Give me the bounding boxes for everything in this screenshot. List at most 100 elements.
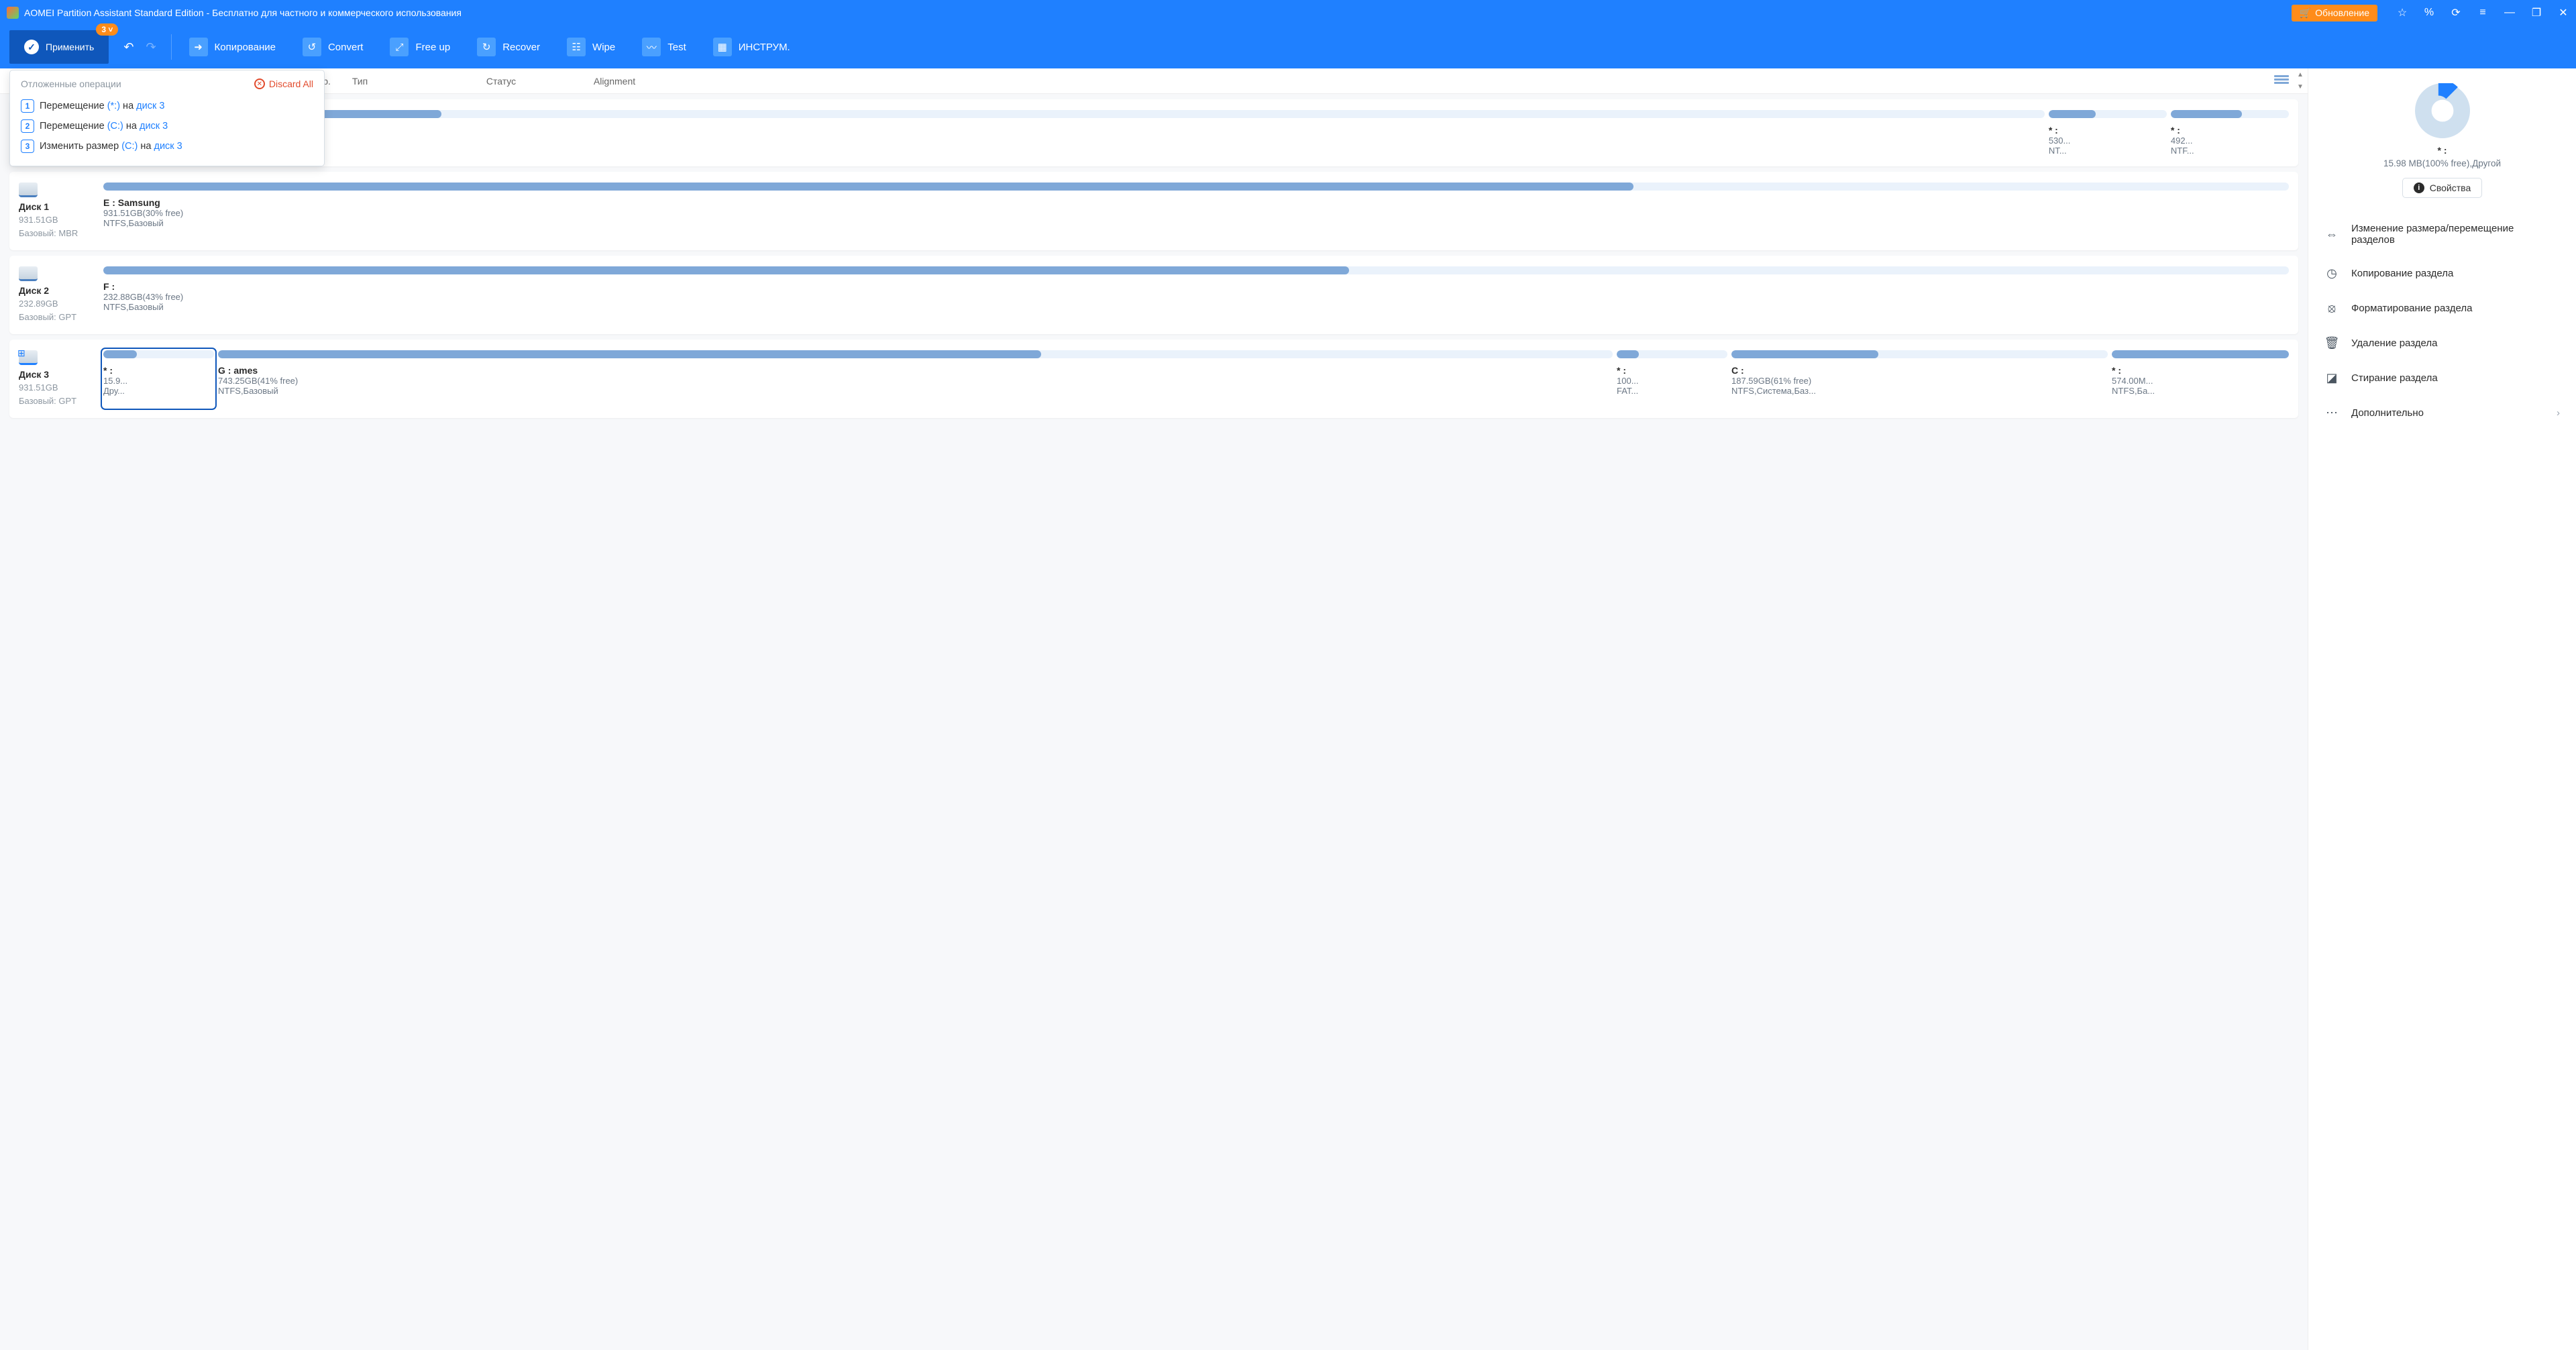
pending-badge: 3 ˅ [96, 23, 118, 36]
delete-partition-action[interactable]: 🗑Удаление раздела [2320, 325, 2564, 360]
discard-icon: ✕ [254, 79, 265, 89]
star-icon[interactable]: ☆ [2396, 7, 2408, 19]
partition[interactable]: F :232.88GB(43% free)NTFS,Базовый [103, 266, 2289, 323]
side-panel: * : 15.98 MB(100% free),Другой i Свойств… [2308, 68, 2576, 1350]
col-type[interactable]: Тип [344, 76, 478, 87]
more-actions[interactable]: ⋯Дополнительно › [2320, 395, 2564, 430]
pending-operation[interactable]: 3Изменить размер (C:) на диск 3 [21, 136, 313, 156]
menu-icon[interactable]: ≡ [2477, 7, 2489, 19]
partition-bar [103, 266, 2289, 274]
apply-button[interactable]: 3 ˅ ✓ Применить [9, 30, 109, 64]
freeup-icon: ⤢ [390, 38, 409, 56]
resize-move-action[interactable]: ⇔Изменение размера/перемещение разделов [2320, 213, 2564, 256]
maximize-icon[interactable]: ❐ [2530, 7, 2542, 19]
disk-row[interactable]: Диск 3931.51GBБазовый: GPT* :15.9...Дру.… [9, 340, 2298, 418]
discard-label: Discard All [269, 79, 313, 89]
wipe-partition-action[interactable]: ◪Стирание раздела [2320, 360, 2564, 395]
partition-bar [218, 350, 1613, 358]
format-partition-action[interactable]: ⦻Форматирование раздела [2320, 291, 2564, 325]
partition-label: * : [103, 365, 214, 376]
partition[interactable]: 1.82TB(87% free)NTFS,Базовый [202, 110, 2045, 156]
partition-label: * : [2112, 365, 2289, 376]
scroll-down-icon[interactable]: ▼ [2296, 83, 2305, 93]
disk-row[interactable]: 1.82TBБазовый: GPT128...Дру...1.82TB(87%… [9, 99, 2298, 166]
disk-panel: остр. Тип Статус Alignment ▲ ▼ 1.82TBБаз… [0, 68, 2308, 1350]
refresh-icon[interactable]: ⟳ [2450, 7, 2462, 19]
convert-icon: ↺ [303, 38, 321, 56]
partition-size: 931.51GB(30% free) [103, 208, 2289, 218]
recover-label: Recover [502, 42, 540, 53]
view-toggle-icon[interactable] [2274, 75, 2289, 87]
column-headers: остр. Тип Статус Alignment ▲ ▼ [0, 68, 2308, 94]
col-align[interactable]: Alignment [586, 76, 659, 87]
col-status[interactable]: Статус [478, 76, 586, 87]
discard-all-button[interactable]: ✕ Discard All [254, 79, 313, 89]
link-icon[interactable]: % [2423, 7, 2435, 19]
titlebar: AOMEI Partition Assistant Standard Editi… [0, 0, 2576, 25]
partition[interactable]: G : ames743.25GB(41% free)NTFS,Базовый [218, 350, 1613, 407]
op-text: Перемещение (C:) на диск 3 [40, 121, 168, 132]
cart-icon: 🛒 [2300, 7, 2311, 19]
partition-size: 492... [2171, 136, 2289, 146]
partition-bar [1617, 350, 1727, 358]
freeup-tool[interactable]: ⤢ Free up [380, 30, 460, 64]
pending-operations-popup: Отложенные операции ✕ Discard All 1Перем… [9, 70, 325, 166]
partition-label: G : ames [218, 365, 1613, 376]
properties-label: Свойства [2430, 183, 2471, 193]
pending-operation[interactable]: 2Перемещение (C:) на диск 3 [21, 116, 313, 136]
partition[interactable]: * :100...FAT... [1617, 350, 1727, 407]
selected-partition-details: 15.98 MB(100% free),Другой [2320, 158, 2564, 168]
partition[interactable]: * :574.00M...NTFS,Ба... [2112, 350, 2289, 407]
upgrade-button[interactable]: 🛒 Обновление [2292, 5, 2377, 21]
partition-size: 743.25GB(41% free) [218, 376, 1613, 386]
partition-size: 574.00M... [2112, 376, 2289, 386]
upgrade-label: Обновление [2315, 7, 2369, 18]
wipe-icon: ☷ [567, 38, 586, 56]
partition-bar [2049, 110, 2167, 118]
copy-tool[interactable]: ➜Копирование [180, 30, 285, 64]
partition-bar [103, 183, 2289, 191]
partition[interactable]: * :530...NT... [2049, 110, 2167, 156]
disk-row[interactable]: Диск 2232.89GBБазовый: GPTF :232.88GB(43… [9, 256, 2298, 334]
convert-tool[interactable]: ↺Convert [293, 30, 373, 64]
tools-tool[interactable]: ▦ ИНСТРУМ. [704, 30, 800, 64]
test-tool[interactable]: 〰Test [633, 30, 696, 64]
copy-icon: ➜ [189, 38, 208, 56]
partition-fs: NTFS,Базовый [103, 302, 2289, 312]
undo-button[interactable]: ↶ [123, 40, 133, 54]
partition-fs: NTFS,Базовый [103, 218, 2289, 228]
apply-label: Применить [46, 42, 94, 52]
more-icon: ⋯ [2324, 405, 2339, 420]
partition[interactable]: E : Samsung931.51GB(30% free)NTFS,Базовы… [103, 183, 2289, 240]
properties-button[interactable]: i Свойства [2402, 178, 2482, 198]
redo-button[interactable]: ↷ [146, 40, 156, 54]
op-number: 1 [21, 99, 34, 113]
tools-label: ИНСТРУМ. [739, 42, 790, 53]
partition-fs: NT... [2049, 146, 2167, 156]
disk-name: Диск 3 [19, 369, 94, 380]
partition[interactable]: * :15.9...Дру... [103, 350, 214, 407]
recover-icon: ↻ [477, 38, 496, 56]
disk-row[interactable]: Диск 1931.51GBБазовый: MBRE : Samsung931… [9, 172, 2298, 250]
pending-operation[interactable]: 1Перемещение (*:) на диск 3 [21, 96, 313, 116]
copy-partition-action[interactable]: ◷Копирование раздела [2320, 256, 2564, 291]
recover-tool[interactable]: ↻ Recover [468, 30, 549, 64]
close-icon[interactable]: ✕ [2557, 7, 2569, 19]
disk-icon [19, 183, 38, 197]
app-logo [7, 7, 19, 19]
wipe-tool[interactable]: ☷Wipe [557, 30, 625, 64]
partition-fs: NTFS,Базовый [218, 386, 1613, 396]
scroll-up-icon[interactable]: ▲ [2296, 71, 2305, 81]
freeup-label: Free up [415, 42, 450, 53]
toolbar: 3 ˅ ✓ Применить ↶ ↷ ➜Копирование ↺Conver… [0, 25, 2576, 68]
partition[interactable]: C :187.59GB(61% free)NTFS,Система,Баз... [1731, 350, 2108, 407]
minimize-icon[interactable]: — [2504, 7, 2516, 19]
partition-fs: Дру... [103, 386, 214, 396]
test-icon: 〰 [642, 38, 661, 56]
window-title: AOMEI Partition Assistant Standard Editi… [24, 7, 2292, 18]
partition-label: * : [2171, 125, 2289, 136]
partition-label: * : [2049, 125, 2167, 136]
tools-icon: ▦ [713, 38, 732, 56]
partition[interactable]: * :492...NTF... [2171, 110, 2289, 156]
partition-size: 100... [1617, 376, 1727, 386]
